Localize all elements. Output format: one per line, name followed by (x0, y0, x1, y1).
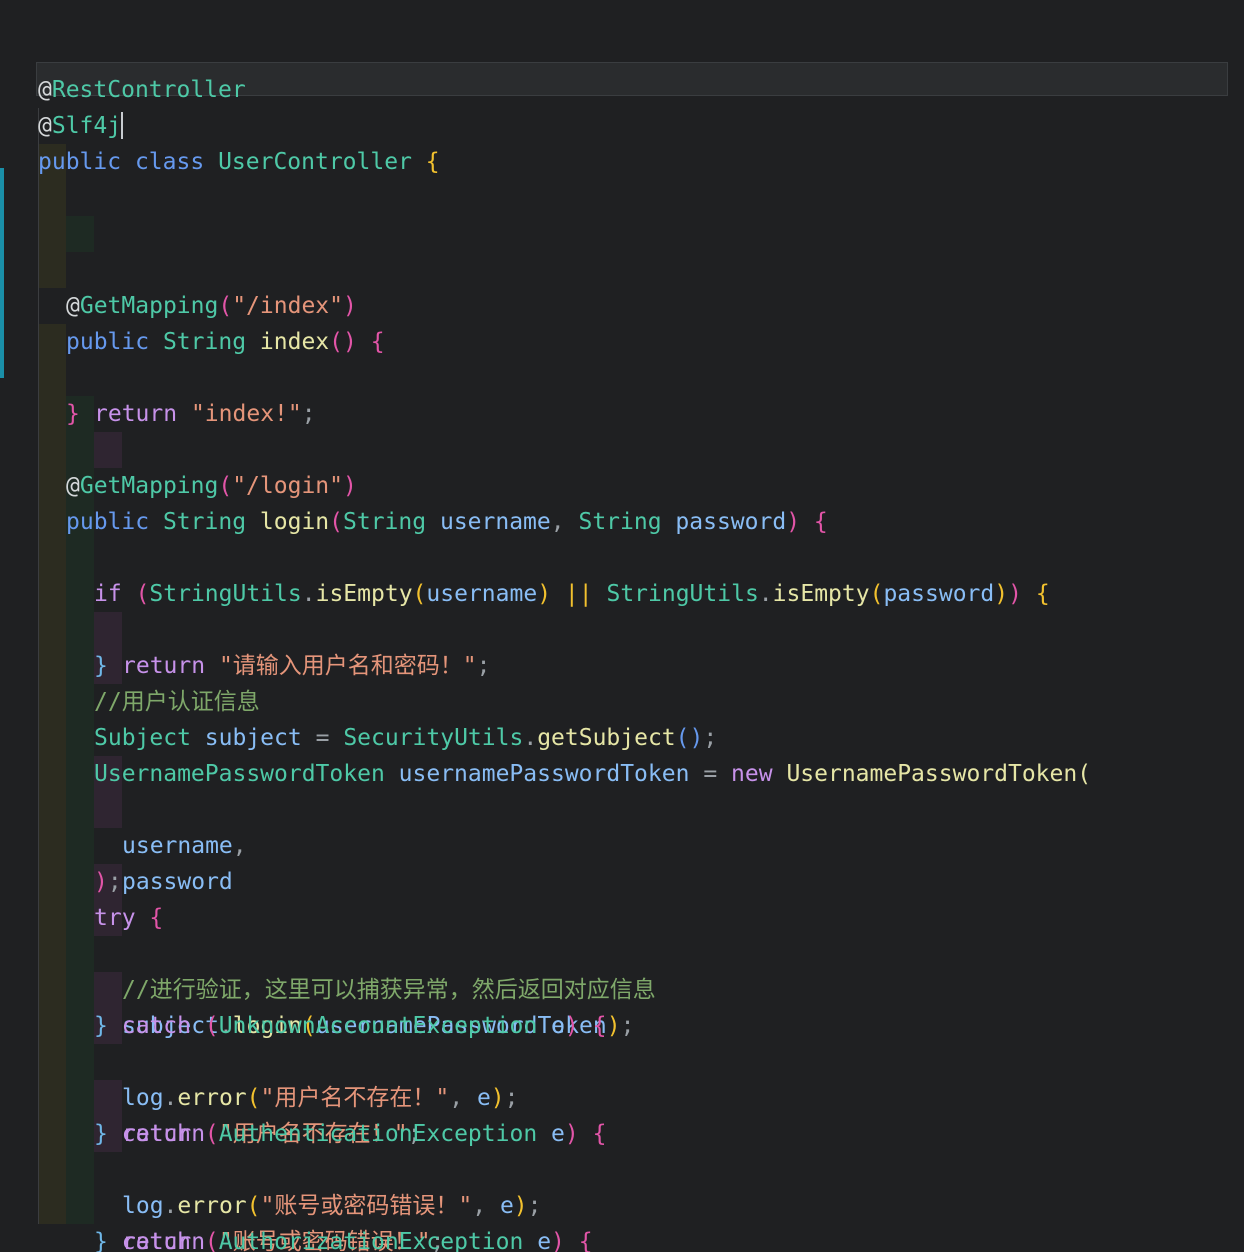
code-line[interactable]: return "请输入用户名和密码！"; (0, 432, 1244, 679)
code-lines[interactable]: @RestController @Slf4j public class User… (0, 0, 1244, 1252)
code-editor[interactable]: @RestController @Slf4j public class User… (0, 0, 1244, 1252)
code-line[interactable]: } (0, 1152, 1244, 1188)
code-line[interactable]: @RestController (0, 0, 1244, 103)
code-line[interactable]: public String login(String username, Str… (0, 360, 1244, 535)
code-line[interactable]: Subject subject = SecurityUtils.getSubje… (0, 540, 1244, 751)
code-line[interactable]: } catch (AuthenticationException e) { (0, 936, 1244, 1147)
code-line[interactable]: @Slf4j (0, 36, 1244, 139)
text-caret (121, 112, 124, 139)
code-line[interactable]: } (0, 252, 1244, 427)
code-line[interactable]: subject.login(usernamePasswordToken); (0, 792, 1244, 1039)
code-line[interactable]: username, (0, 612, 1244, 859)
code-line[interactable]: public String index() { (0, 180, 1244, 355)
code-line[interactable]: } catch (AuthorizationException e) { (0, 1044, 1244, 1252)
